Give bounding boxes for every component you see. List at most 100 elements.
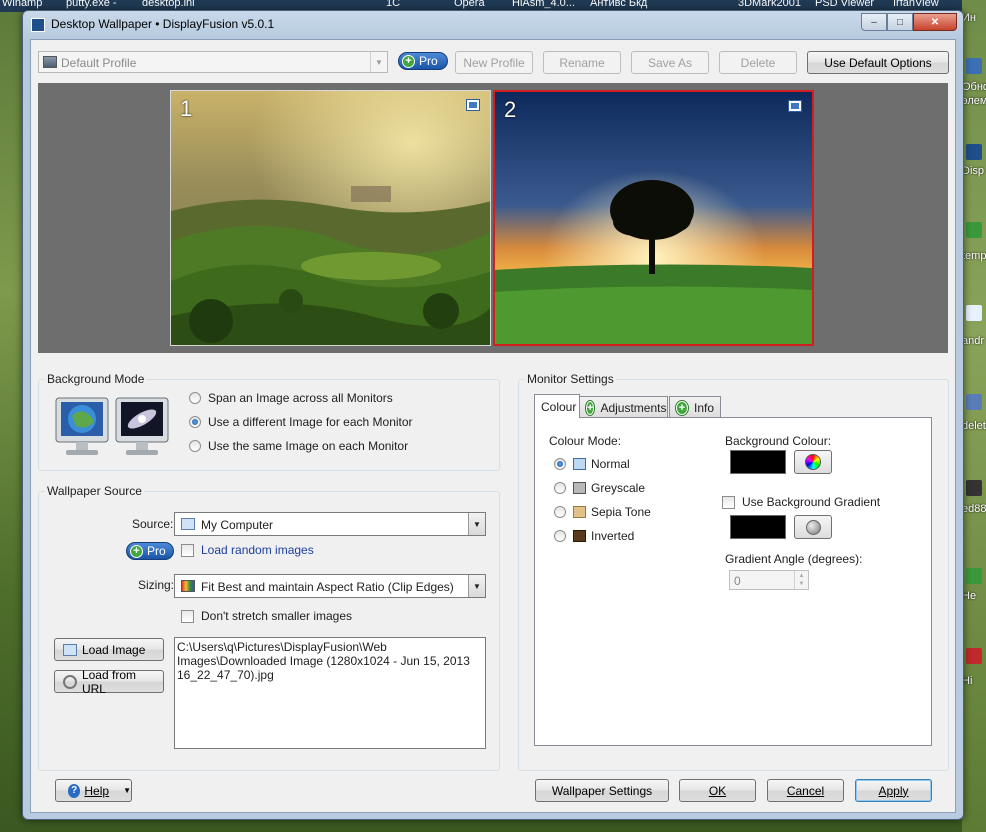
apply-button[interactable]: Apply [855, 779, 932, 802]
link-icon [63, 674, 77, 689]
delete-button[interactable]: Delete [719, 51, 797, 74]
desktop-icon-label[interactable]: putty.exe - [66, 0, 117, 9]
app-icon[interactable] [966, 568, 982, 584]
desktop-icon-label[interactable]: Обно элем [962, 80, 986, 110]
image-path-textarea[interactable]: C:\Users\q\Pictures\DisplayFusion\Web Im… [174, 637, 486, 749]
wallpaper-settings-label: Wallpaper Settings [551, 783, 653, 798]
grey-sphere-icon [805, 519, 821, 535]
desktop-icon-label[interactable]: ed88 [962, 503, 986, 515]
monitor-select-icon[interactable] [788, 100, 802, 112]
close-button[interactable]: ✕ [913, 13, 957, 31]
desktop-icon-label[interactable]: Hi [962, 675, 986, 687]
desktop-icon-label[interactable]: IrfanView [893, 0, 939, 9]
wallpaper-settings-button[interactable]: Wallpaper Settings [535, 779, 669, 802]
dont-stretch-checkbox[interactable]: Don't stretch smaller images [181, 609, 352, 623]
load-image-button[interactable]: Load Image [54, 638, 164, 661]
desktop-icon-label[interactable]: delet [962, 420, 986, 432]
gradient-colour-swatch[interactable] [730, 515, 786, 539]
span-monitors-radio[interactable]: Span an Image across all Monitors [189, 391, 393, 405]
radio-indicator [554, 482, 566, 494]
monitor-2-preview[interactable]: 2 [493, 90, 814, 346]
colour-mode-label: Colour Mode: [549, 434, 622, 448]
gradient-colour-button[interactable] [794, 515, 832, 539]
profile-select[interactable]: Default Profile ▼ [38, 51, 388, 73]
mode-inverted-radio[interactable]: Inverted [554, 529, 634, 543]
minimize-button[interactable]: – [861, 13, 887, 31]
checkbox-label: Don't stretch smaller images [201, 609, 353, 623]
cancel-button[interactable]: Cancel [767, 779, 844, 802]
mode-greyscale-radio[interactable]: Greyscale [554, 481, 645, 495]
gradient-angle-label: Gradient Angle (degrees): [725, 552, 863, 566]
desktop-icon-label[interactable]: PSD Viewer [815, 0, 874, 9]
tab-adjustments[interactable]: + Adjustments [579, 396, 668, 418]
help-button[interactable]: ? Help ▼ [55, 779, 132, 802]
title-bar[interactable]: Desktop Wallpaper • DisplayFusion v5.0.1… [23, 11, 963, 39]
file-icon[interactable] [966, 305, 982, 321]
desktop-icon-label[interactable]: 1C [386, 0, 400, 9]
spinner-arrows-icon[interactable]: ▲ ▼ [794, 571, 808, 589]
greyscale-mode-icon [573, 482, 586, 494]
tab-info[interactable]: + Info [669, 396, 721, 418]
tab-colour[interactable]: Colour [534, 394, 580, 418]
desktop-icon-label[interactable]: Антивс Бкд [590, 0, 647, 9]
radio-label: Sepia Tone [591, 505, 651, 519]
mode-normal-radio[interactable]: Normal [554, 457, 630, 471]
window-title: Desktop Wallpaper • DisplayFusion v5.0.1 [51, 17, 275, 31]
desktop-icon-label[interactable]: andr [962, 335, 986, 347]
source-select[interactable]: My Computer ▼ [174, 512, 486, 536]
apply-label: Apply [878, 783, 909, 798]
gradient-angle-spinner[interactable]: 0 ▲ ▼ [729, 570, 809, 590]
file-icon[interactable] [966, 480, 982, 496]
plus-icon: + [676, 400, 688, 415]
use-default-options-button[interactable]: Use Default Options [807, 51, 949, 74]
monitor-select-icon[interactable] [466, 99, 480, 111]
rename-button[interactable]: Rename [543, 51, 621, 74]
different-image-radio[interactable]: Use a different Image for each Monitor [189, 415, 413, 429]
radio-indicator [189, 416, 201, 428]
new-profile-button[interactable]: New Profile [455, 51, 533, 74]
desktop-icon-label[interactable]: He [962, 590, 986, 602]
desktop-icon-label[interactable]: Ин [962, 12, 986, 24]
folder-icon[interactable] [966, 222, 982, 238]
displayfusion-icon[interactable] [966, 144, 982, 160]
load-from-url-label: Load from URL [81, 667, 136, 696]
normal-mode-icon [573, 458, 586, 470]
sizing-select[interactable]: Fit Best and maintain Aspect Ratio (Clip… [174, 574, 486, 598]
load-random-checkbox[interactable]: Load random images [181, 543, 314, 557]
pro-label: Pro [147, 544, 166, 558]
monitor-number: 2 [504, 97, 517, 122]
mode-sepia-radio[interactable]: Sepia Tone [554, 505, 651, 519]
maximize-button[interactable]: □ [887, 13, 913, 31]
pro-badge[interactable]: + Pro [398, 52, 448, 70]
update-icon[interactable] [966, 58, 982, 74]
desktop-icon-label[interactable]: desktop.ini [142, 0, 195, 9]
use-gradient-checkbox[interactable]: Use Background Gradient [722, 495, 880, 509]
desktop-icon-label[interactable]: Winamp [2, 0, 42, 9]
app-icon[interactable] [966, 648, 982, 664]
background-colour-swatch[interactable] [730, 450, 786, 474]
landscape-wallpaper-image [171, 91, 490, 345]
load-from-url-button[interactable]: Load from URL [54, 667, 164, 696]
colour-tab-panel: Colour Mode: Normal Greyscale Sepia Tone [534, 417, 932, 746]
monitor-preview: 1 2 [38, 83, 948, 353]
wallpaper-source-title: Wallpaper Source [45, 484, 144, 498]
save-as-button[interactable]: Save As [631, 51, 709, 74]
desktop-icon-label[interactable]: Opera [454, 0, 485, 9]
monitor-1-preview[interactable]: 1 [170, 90, 491, 346]
desktop-icon-label[interactable]: temp [962, 250, 986, 262]
background-mode-title: Background Mode [45, 372, 147, 386]
app-icon [31, 18, 45, 32]
file-icon[interactable] [966, 394, 982, 410]
pro-badge[interactable]: + Pro [126, 542, 174, 560]
checkbox-indicator [181, 609, 194, 623]
desktop-icon-label[interactable]: HiAsm_4.0... [512, 0, 575, 9]
radio-indicator [554, 530, 566, 542]
ok-button[interactable]: OK [679, 779, 756, 802]
desktop-icon-label[interactable]: Disp [962, 165, 986, 177]
colour-picker-button[interactable] [794, 450, 832, 474]
profile-select-value: Default Profile [61, 56, 137, 70]
checkbox-indicator [181, 543, 194, 557]
tab-label: Adjustments [600, 400, 667, 415]
same-image-radio[interactable]: Use the same Image on each Monitor [189, 439, 408, 453]
desktop-icon-label[interactable]: 3DMark2001 [738, 0, 801, 9]
